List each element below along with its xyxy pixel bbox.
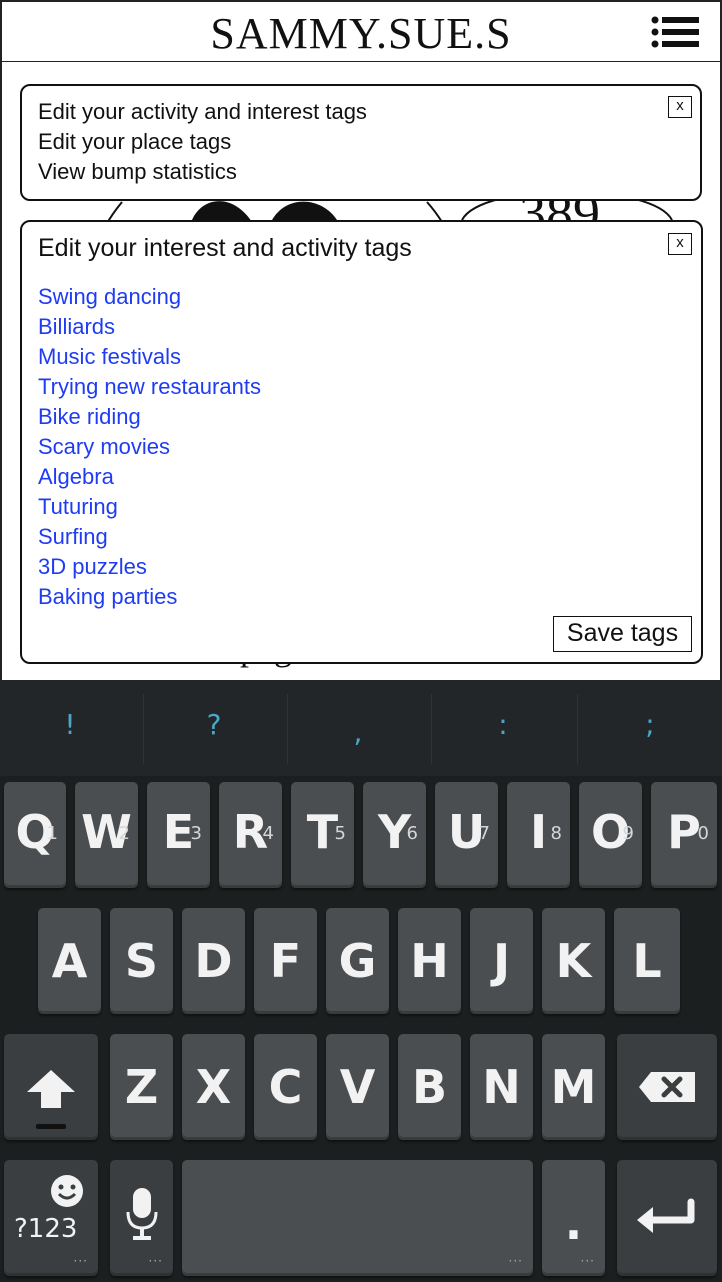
key-f[interactable]: F	[254, 908, 317, 1014]
key-label: I	[529, 805, 548, 859]
key-a[interactable]: A	[38, 908, 101, 1014]
key-l[interactable]: L	[614, 908, 680, 1014]
more-dots: ···	[148, 1254, 163, 1268]
key-hint: 1	[46, 823, 58, 844]
key-d[interactable]: D	[182, 908, 245, 1014]
tag-item[interactable]: Surfing	[38, 523, 261, 553]
hamburger-list-icon[interactable]	[650, 16, 700, 50]
suggestion-divider	[143, 694, 144, 764]
key-hint: 2	[118, 823, 130, 844]
shift-indicator	[36, 1124, 66, 1129]
key-hint: 4	[262, 823, 274, 844]
key-hint: 6	[406, 823, 418, 844]
key-label: E	[162, 805, 195, 859]
tag-item[interactable]: Scary movies	[38, 433, 261, 463]
key-hint: 5	[334, 823, 346, 844]
options-menu-popup: x Edit your activity and interest tags E…	[20, 84, 702, 201]
key-g[interactable]: G	[326, 908, 389, 1014]
backspace-key[interactable]	[617, 1034, 717, 1140]
key-label: T	[306, 805, 339, 859]
suggestion-semicolon[interactable]: ;	[630, 708, 670, 741]
app-header: SAMMY.SUE.S	[0, 0, 722, 62]
suggestion-colon[interactable]: :	[483, 708, 523, 741]
shift-key[interactable]	[4, 1034, 98, 1140]
close-menu-button[interactable]: x	[668, 96, 692, 118]
key-b[interactable]: B	[398, 1034, 461, 1140]
key-j[interactable]: J	[470, 908, 533, 1014]
tag-item[interactable]: Billiards	[38, 313, 261, 343]
save-tags-button[interactable]: Save tags	[553, 616, 692, 652]
menu-item-view-bump-statistics[interactable]: View bump statistics	[38, 159, 237, 185]
key-x[interactable]: X	[182, 1034, 245, 1140]
more-dots: ···	[580, 1254, 595, 1268]
suggestion-divider	[431, 694, 432, 764]
key-y[interactable]: 6Y	[363, 782, 426, 888]
key-hint: 0	[697, 823, 709, 844]
suggestion-question[interactable]: ?	[194, 708, 234, 741]
space-bar[interactable]: ···	[182, 1160, 533, 1276]
key-k[interactable]: K	[542, 908, 605, 1014]
symbols-key[interactable]: ?123 ···	[4, 1160, 98, 1276]
suggestion-strip: ! ? , : ;	[0, 680, 722, 776]
period-key[interactable]: . ···	[542, 1160, 605, 1276]
symbols-label: ?123	[14, 1214, 78, 1244]
key-n[interactable]: N	[470, 1034, 533, 1140]
microphone-icon	[126, 1188, 158, 1240]
key-t[interactable]: 5T	[291, 782, 354, 888]
key-p[interactable]: 0P	[651, 782, 717, 888]
tag-item[interactable]: Tuturing	[38, 493, 261, 523]
key-r[interactable]: 4R	[219, 782, 282, 888]
key-hint: 9	[622, 823, 634, 844]
key-hint: 8	[550, 823, 562, 844]
key-m[interactable]: M	[542, 1034, 605, 1140]
more-dots: ···	[73, 1254, 88, 1268]
key-hint: 3	[190, 823, 202, 844]
suggestion-comma[interactable]: ,	[338, 716, 378, 749]
backspace-icon	[639, 1072, 695, 1102]
voice-input-key[interactable]: ···	[110, 1160, 173, 1276]
key-u[interactable]: 7U	[435, 782, 498, 888]
tag-item[interactable]: Bike riding	[38, 403, 261, 433]
tag-item[interactable]: Algebra	[38, 463, 261, 493]
key-q[interactable]: 1Q	[4, 782, 66, 888]
key-v[interactable]: V	[326, 1034, 389, 1140]
menu-item-edit-place-tags[interactable]: Edit your place tags	[38, 129, 231, 155]
tags-popup-title: Edit your interest and activity tags	[38, 234, 412, 262]
key-o[interactable]: 9O	[579, 782, 642, 888]
tag-item[interactable]: Trying new restaurants	[38, 373, 261, 403]
soft-keyboard: ! ? , : ; 1Q 2W 3E 4R 5T 6Y 7U 8I 9O 0P …	[0, 680, 722, 1282]
key-i[interactable]: 8I	[507, 782, 570, 888]
key-z[interactable]: Z	[110, 1034, 173, 1140]
suggestion-divider	[287, 694, 288, 764]
tag-item[interactable]: Swing dancing	[38, 283, 261, 313]
tag-item[interactable]: Music festivals	[38, 343, 261, 373]
tag-item[interactable]: Baking parties	[38, 583, 261, 613]
shift-arrow-icon	[27, 1070, 75, 1108]
more-dots: ···	[508, 1254, 523, 1268]
key-e[interactable]: 3E	[147, 782, 210, 888]
enter-return-icon	[637, 1198, 695, 1233]
edit-tags-popup: Edit your interest and activity tags x S…	[20, 220, 703, 664]
key-w[interactable]: 2W	[75, 782, 138, 888]
key-c[interactable]: C	[254, 1034, 317, 1140]
menu-item-edit-activity-tags[interactable]: Edit your activity and interest tags	[38, 99, 367, 125]
tag-item[interactable]: 3D puzzles	[38, 553, 261, 583]
suggestion-exclamation[interactable]: !	[50, 708, 90, 741]
period-label: .	[564, 1196, 583, 1250]
tag-list: Swing dancing Billiards Music festivals …	[38, 283, 261, 613]
key-s[interactable]: S	[110, 908, 173, 1014]
emoji-icon	[51, 1175, 83, 1207]
key-h[interactable]: H	[398, 908, 461, 1014]
close-tags-button[interactable]: x	[668, 233, 692, 255]
key-hint: 7	[478, 823, 490, 844]
suggestion-divider	[577, 694, 578, 764]
enter-key[interactable]	[617, 1160, 717, 1276]
page-title: SAMMY.SUE.S	[210, 9, 512, 58]
key-label: P	[667, 805, 701, 859]
